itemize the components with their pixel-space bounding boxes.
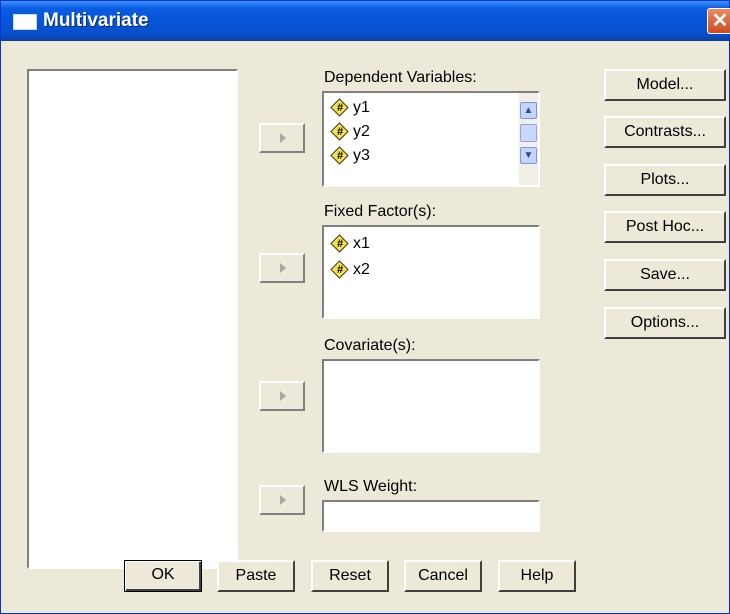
contrasts-button[interactable]: Contrasts... <box>604 116 726 148</box>
close-button[interactable]: ✕ <box>707 8 730 34</box>
button-label: Paste <box>235 567 277 584</box>
title-bar[interactable]: Multivariate ✕ <box>1 1 730 41</box>
button-label: Reset <box>329 567 371 584</box>
dependent-variables-label: Dependent Variables: <box>324 69 477 86</box>
covariates-list[interactable] <box>322 359 540 453</box>
window-icon <box>13 14 37 30</box>
button-label: Plots... <box>640 171 690 188</box>
cancel-button[interactable]: Cancel <box>404 560 482 592</box>
plots-button[interactable]: Plots... <box>604 164 726 196</box>
list-item[interactable]: # x2 <box>330 259 370 281</box>
close-icon: ✕ <box>711 10 729 32</box>
move-dependent-button[interactable] <box>259 123 305 153</box>
window-title: Multivariate <box>43 10 149 31</box>
covariates-label: Covariate(s): <box>324 337 416 354</box>
help-button[interactable]: Help <box>498 560 576 592</box>
ok-button[interactable]: OK <box>124 560 202 592</box>
button-label: Save... <box>640 266 690 283</box>
item-label: y3 <box>353 147 370 164</box>
wls-weight-field[interactable] <box>322 500 540 532</box>
list-item[interactable]: # y3 <box>330 145 370 167</box>
move-right-arrow-icon <box>280 391 286 401</box>
wls-weight-label: WLS Weight: <box>324 478 418 495</box>
move-wls-weight-button[interactable] <box>259 485 305 515</box>
scale-variable-icon: # <box>330 98 350 118</box>
button-label: Help <box>520 567 554 584</box>
list-item[interactable]: # x1 <box>330 233 370 255</box>
paste-button[interactable]: Paste <box>217 560 295 592</box>
dependent-variables-list[interactable]: # y1 # y2 # y3 ▲ ▼ <box>322 91 540 187</box>
item-label: x2 <box>353 261 370 278</box>
item-label: y2 <box>353 123 370 140</box>
dialog-window: Multivariate ✕ Dependent Variables: # y1 … <box>0 0 730 614</box>
scale-variable-icon: # <box>330 234 350 254</box>
button-label: Post Hoc... <box>625 218 705 235</box>
button-label: OK <box>151 566 175 583</box>
reset-button[interactable]: Reset <box>311 560 389 592</box>
options-button[interactable]: Options... <box>604 307 726 339</box>
list-item[interactable]: # y2 <box>330 121 370 143</box>
scale-variable-icon: # <box>330 260 350 280</box>
item-label: y1 <box>353 99 370 116</box>
move-right-arrow-icon <box>280 263 286 273</box>
scrollbar-thumb[interactable] <box>520 124 537 142</box>
button-label: Contrasts... <box>624 123 706 140</box>
vertical-scrollbar[interactable]: ▲ ▼ <box>519 93 538 185</box>
scroll-up-icon[interactable]: ▲ <box>520 102 537 119</box>
model-button[interactable]: Model... <box>604 69 726 101</box>
post-hoc-button[interactable]: Post Hoc... <box>604 211 726 243</box>
fixed-factors-list[interactable]: # x1 # x2 <box>322 225 540 319</box>
scale-variable-icon: # <box>330 146 350 166</box>
item-label: x1 <box>353 235 370 252</box>
fixed-factors-label: Fixed Factor(s): <box>324 203 437 220</box>
scale-variable-icon: # <box>330 122 350 142</box>
move-right-arrow-icon <box>280 133 286 143</box>
save-button[interactable]: Save... <box>604 259 726 291</box>
move-right-arrow-icon <box>280 495 286 505</box>
list-item[interactable]: # y1 <box>330 97 370 119</box>
move-covariate-button[interactable] <box>259 381 305 411</box>
scroll-down-icon[interactable]: ▼ <box>520 147 537 164</box>
button-label: Options... <box>630 314 700 331</box>
move-fixed-factor-button[interactable] <box>259 253 305 283</box>
button-label: Cancel <box>418 567 468 584</box>
source-variable-list[interactable] <box>27 69 238 569</box>
button-label: Model... <box>636 76 694 93</box>
